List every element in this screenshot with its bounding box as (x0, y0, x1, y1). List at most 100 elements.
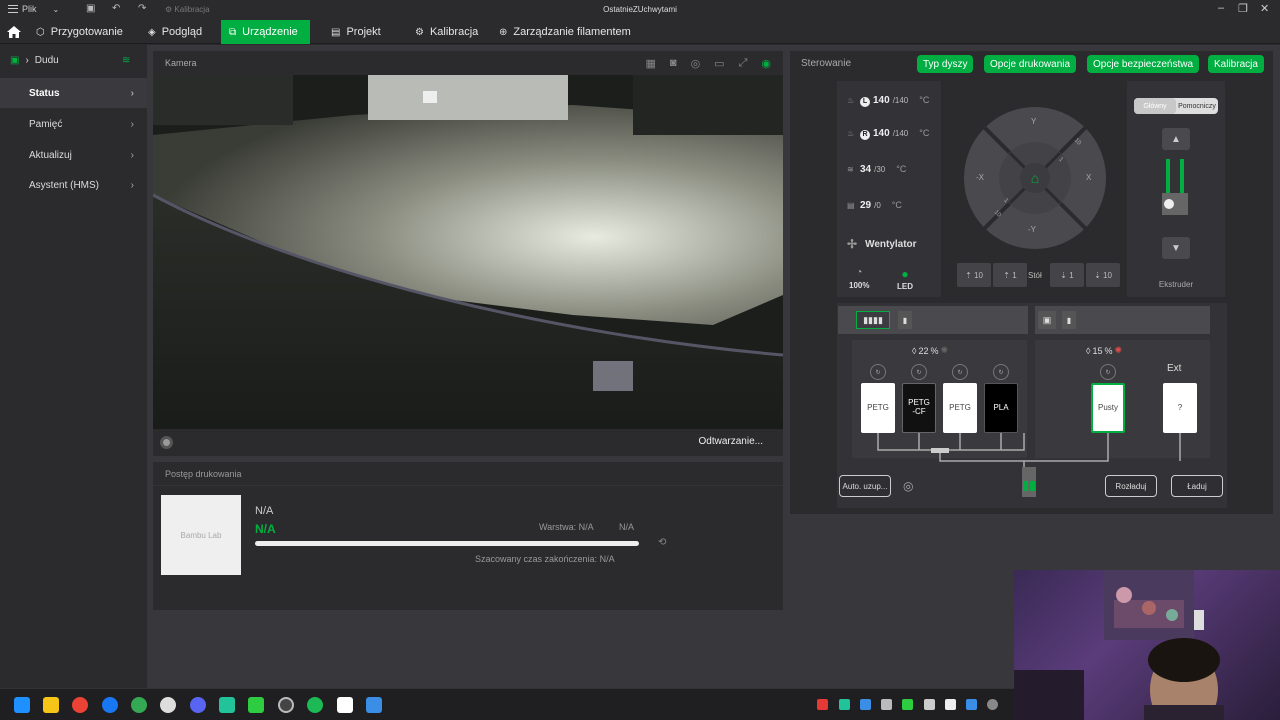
audio-app-icon[interactable] (219, 697, 235, 713)
nav-item-calibration[interactable]: ⚙ Kalibracja (407, 20, 486, 44)
facebook-icon[interactable] (102, 697, 118, 713)
jog-x-pos[interactable]: X (1086, 173, 1091, 182)
window-title: OstatnieZUchwytami (603, 5, 677, 14)
app-c-icon[interactable] (160, 697, 176, 713)
file-explorer-icon[interactable] (43, 697, 59, 713)
speed-control[interactable]: ◔ 100% (849, 267, 869, 290)
chrome-profile-icon[interactable] (131, 697, 147, 713)
camera-toggle-icon[interactable]: ◉ (761, 57, 771, 70)
minimize-icon[interactable]: – (1218, 2, 1224, 14)
chrome-icon[interactable] (72, 697, 88, 713)
extruder-selector[interactable]: Główny Pomocniczy (1134, 98, 1218, 114)
ams-tab-right[interactable]: ▣ ▮ (1035, 306, 1210, 334)
slot-a3-refresh-icon[interactable]: ↻ (952, 364, 968, 380)
bed-up-1-button[interactable]: ⇡ 1 (993, 263, 1027, 287)
nav-item-device[interactable]: ⧉ Urządzenie (221, 20, 310, 44)
temp-unit: °C (896, 164, 907, 174)
calibration-button[interactable]: Kalibracja (1208, 55, 1264, 73)
sd-card-icon[interactable]: ▦ (646, 57, 656, 70)
unload-button[interactable]: Rozładuj (1105, 475, 1157, 497)
tray-bambu-icon[interactable] (902, 699, 913, 710)
nozzle-left-temp[interactable]: ♨ L 140 /140 °C (847, 95, 929, 107)
jog-x-neg[interactable]: -X (976, 173, 984, 182)
ams-slot-a3[interactable]: PETG (943, 383, 977, 433)
capcut-icon[interactable] (337, 697, 353, 713)
sidebar-item-storage[interactable]: Pamięć › (0, 109, 147, 139)
obs-icon[interactable] (278, 697, 294, 713)
tray-audio-icon[interactable] (839, 699, 850, 710)
sidebar-item-status[interactable]: Status › (0, 78, 147, 108)
record-video-icon[interactable]: ▭ (714, 57, 724, 70)
fan-button[interactable]: ✢ Wentylator (847, 237, 917, 251)
chamber-temp[interactable]: ▤ 29 /0 °C (847, 200, 902, 211)
ams-settings-icon[interactable]: ◎ (903, 479, 913, 493)
extruder-tab-main[interactable]: Główny (1134, 98, 1176, 114)
device-selector[interactable]: ▣ › Dudu (10, 55, 59, 66)
tray-steam-icon[interactable] (987, 699, 998, 710)
chamber-icon: ▤ (847, 201, 855, 210)
safety-options-button[interactable]: Opcje bezpieczeństwa (1087, 55, 1200, 73)
discord-icon[interactable] (190, 697, 206, 713)
device-name: Dudu (34, 55, 59, 66)
humidity-left[interactable]: ◊ 22% ✺ (912, 345, 948, 356)
ams-slot-ht[interactable]: Pusty (1091, 383, 1125, 433)
playback-button[interactable]: Odtwarzanie... (699, 436, 763, 447)
bed-down-1-button[interactable]: ⇣ 1 (1050, 263, 1084, 287)
fan-label: Wentylator (865, 238, 917, 250)
tray-app-icon[interactable] (860, 699, 871, 710)
load-button[interactable]: Ładuj (1171, 475, 1223, 497)
tray-capcut-icon[interactable] (945, 699, 956, 710)
maximize-icon[interactable]: ❐ (1238, 2, 1248, 15)
print-percent: N/A (255, 522, 276, 536)
nozzle-right-temp[interactable]: ♨ R 140 /140 °C (847, 128, 929, 140)
ext-spool-slot[interactable]: ? (1163, 383, 1197, 433)
jog-y-neg[interactable]: -Y (1028, 225, 1036, 234)
slot-ht-refresh-icon[interactable]: ↻ (1100, 364, 1116, 380)
bed-temp[interactable]: ≋ 34 /30 °C (847, 164, 906, 175)
fullscreen-icon[interactable]: ⤢ (739, 57, 748, 70)
xy-jog-pad[interactable]: Y -Y X -X 10 1 1 10 ⌂ (964, 107, 1106, 249)
slot-a1-refresh-icon[interactable]: ↻ (870, 364, 886, 380)
auto-refill-button[interactable]: Auto. uzup... (839, 475, 891, 497)
nav-item-project[interactable]: ▤ Projekt (323, 20, 389, 44)
app-diamond-icon[interactable] (366, 697, 382, 713)
bambu-studio-icon[interactable] (248, 697, 264, 713)
close-icon[interactable]: ✕ (1260, 2, 1269, 15)
nozzle-type-button[interactable]: Typ dyszy (917, 55, 974, 73)
extruder-tab-aux[interactable]: Pomocniczy (1176, 98, 1218, 114)
ams-slot-a4[interactable]: PLA (984, 383, 1018, 433)
jog-y-pos[interactable]: Y (1031, 117, 1036, 126)
tray-tool-icon[interactable] (924, 699, 935, 710)
windows-start-icon[interactable] (14, 697, 30, 713)
home-icon[interactable] (6, 24, 22, 40)
webcam-icon[interactable]: ◎ (691, 57, 701, 70)
ams-tab-left[interactable]: ▮▮▮▮ ▮ (838, 306, 1028, 334)
sidebar-item-update[interactable]: Aktualizuj › (0, 140, 147, 170)
temp-current: 140 (873, 95, 890, 106)
extrude-up-button[interactable]: ▲ (1162, 128, 1190, 150)
nav-item-preview[interactable]: ◈ Podgląd (140, 20, 210, 44)
tray-record-icon[interactable] (817, 699, 828, 710)
nav-item-filament[interactable]: ⊕ Zarządzanie filamentem (491, 20, 639, 44)
slot-a4-refresh-icon[interactable]: ↻ (993, 364, 1009, 380)
tray-bluetooth-icon[interactable] (966, 699, 977, 710)
bed-down-10-button[interactable]: ⇣ 10 (1086, 263, 1120, 287)
led-toggle[interactable]: ● LED (897, 267, 913, 291)
ams-slot-a2[interactable]: PETG -CF (902, 383, 936, 433)
home-axes-button[interactable]: ⌂ (1020, 163, 1050, 193)
sidebar-item-hms[interactable]: Asystent (HMS) › (0, 170, 147, 200)
record-button[interactable] (160, 436, 173, 449)
humidity-right[interactable]: ◊ 15% ✺ (1086, 345, 1122, 356)
extrude-down-button[interactable]: ▼ (1162, 237, 1190, 259)
ams-slot-a1[interactable]: PETG (861, 383, 895, 433)
bed-up-10-button[interactable]: ⇡ 10 (957, 263, 991, 287)
timelapse-icon[interactable]: ◙ (670, 57, 677, 70)
refresh-icon[interactable]: ⟲ (658, 537, 666, 548)
print-options-button[interactable]: Opcje drukowania (984, 55, 1077, 73)
slot-a2-refresh-icon[interactable]: ↻ (911, 364, 927, 380)
temperature-panel: ♨ L 140 /140 °C ♨ R 140 /140 °C ≋ 34 /30… (837, 81, 941, 297)
nav-item-prepare[interactable]: ⬡ Przygotowanie (28, 20, 131, 44)
tray-monitor-icon[interactable] (881, 699, 892, 710)
arrow-down-icon: ⇣ (1094, 270, 1104, 280)
spotify-icon[interactable] (307, 697, 323, 713)
